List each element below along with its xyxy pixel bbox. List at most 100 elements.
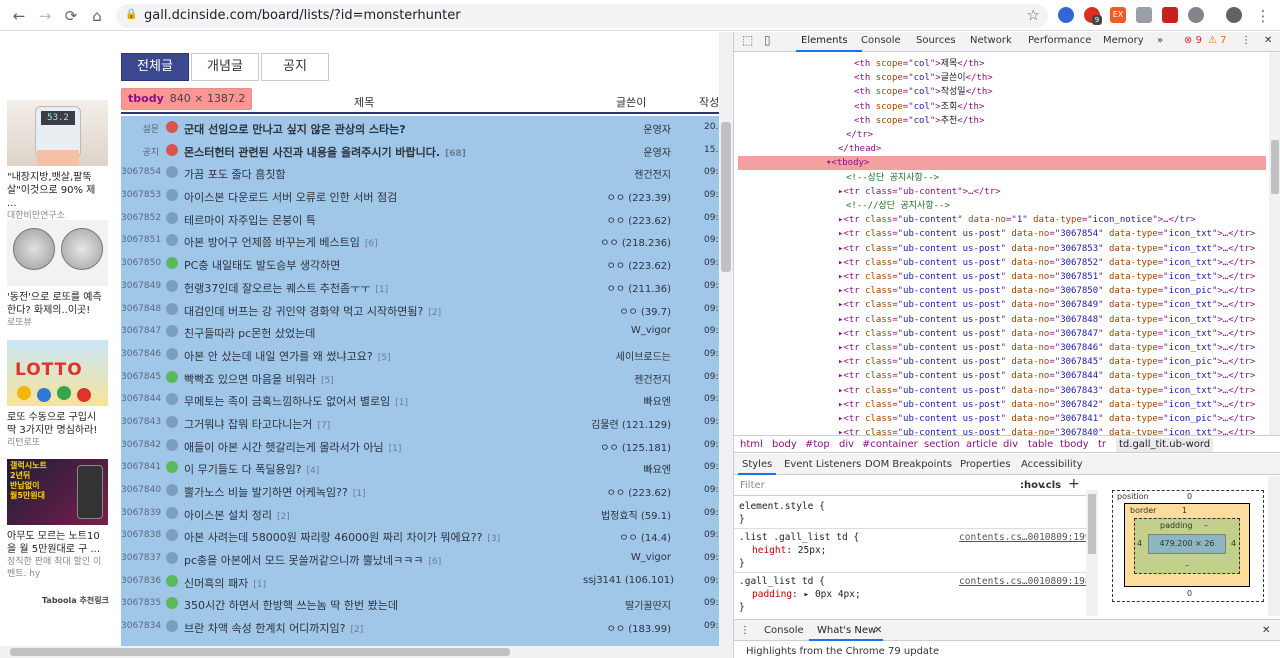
post-title[interactable]: 아이스본 설치 정리 [2] <box>184 507 290 523</box>
post-title-text[interactable]: 이 무기들도 다 폭딜용임? <box>184 463 302 476</box>
tab-accessibility[interactable]: Accessibility <box>1021 459 1083 470</box>
breadcrumb-item[interactable]: section <box>924 439 960 450</box>
post-writer[interactable]: ㅇㅇ (183.99) <box>583 620 671 635</box>
back-icon[interactable]: ← <box>8 5 30 27</box>
post-writer[interactable]: 운영자 <box>583 144 671 159</box>
dom-node-tr[interactable]: ▸<tr class="ub-content us-post" data-no=… <box>838 284 1255 298</box>
breadcrumb-item[interactable]: body <box>772 439 797 450</box>
table-row[interactable]: 3067842 애들이 아본 시간 헷갈리는게 몰라서가 아님 [1] ㅇㅇ (125… <box>121 434 733 457</box>
post-title-text[interactable]: 아본 방어구 언제쯤 바꾸는게 베스트임 <box>184 236 360 249</box>
more-tabs-icon[interactable]: » <box>1157 35 1163 46</box>
post-title[interactable]: 헌랭37인데 잘오르는 퀘스트 추천좀ㅜㅜ [1] <box>184 280 388 296</box>
post-writer[interactable]: 법정효직 (59.1) <box>583 507 671 522</box>
post-title[interactable]: 뿔가노스 비늘 발기하면 어케녹임?? [1] <box>184 484 366 500</box>
comment-count[interactable]: [6] <box>429 557 442 567</box>
post-title-text[interactable]: 그거뭐냐 잡뭐 타고다니는거 <box>184 418 312 431</box>
post-title[interactable]: 아본 안 샀는데 내일 연가를 왜 썼냐고요? [5] <box>184 348 391 364</box>
post-title[interactable]: 그거뭐냐 잡뭐 타고다니는거 [7] <box>184 416 330 432</box>
breadcrumb-item[interactable]: div <box>839 439 854 450</box>
ad-image-coins[interactable] <box>7 220 108 286</box>
class-toggle[interactable]: .cls <box>1042 480 1061 491</box>
post-title[interactable]: 테르마이 자주입는 몬붕이 특 <box>184 212 316 228</box>
devtools-menu-icon[interactable]: ⋮ <box>1241 35 1251 46</box>
post-title-text[interactable]: 아본 사려는데 58000원 짜리랑 46000원 짜리 차이가 뭐에요?? <box>184 531 482 544</box>
tab-notice[interactable]: 공지 <box>261 53 329 81</box>
post-writer[interactable]: 빠요엔 <box>583 393 671 408</box>
post-title-text[interactable]: 테르마이 자주입는 몬붕이 특 <box>184 214 316 227</box>
dom-node-tr[interactable]: ▸<tr class="ub-content" data-no="1" data… <box>838 213 1196 227</box>
elements-tree[interactable]: <th scope="col">제목</th> <th scope="col">글… <box>734 52 1269 435</box>
post-writer[interactable]: ㅇㅇ (223.62) <box>583 212 671 227</box>
comment-count[interactable]: [2] <box>351 625 364 635</box>
post-title[interactable]: 브란 차액 속성 한계치 어디까지임? [2] <box>184 620 363 636</box>
table-row[interactable]: 3067844 무메토는 족이 금혹느낌하나도 없어서 별로임 [1] 빠요엔 09: <box>121 388 733 411</box>
tab-event-listeners[interactable]: Event Listeners <box>784 459 861 470</box>
post-title-text[interactable]: 몬스터헌터 관련된 사진과 내용을 올려주시기 바랍니다. <box>184 146 440 159</box>
breadcrumb-item[interactable]: #top <box>805 439 830 450</box>
breadcrumb-item[interactable]: article <box>966 439 997 450</box>
post-writer[interactable]: 딸기꿀딴지 <box>583 597 671 612</box>
cloud-icon[interactable] <box>1188 7 1204 23</box>
post-title-text[interactable]: 뿔가노스 비늘 발기하면 어케녹임?? <box>184 486 348 499</box>
dom-node-tr[interactable]: ▸<tr class="ub-content us-post" data-no=… <box>838 298 1255 312</box>
breadcrumb-item[interactable]: table <box>1028 439 1053 450</box>
bookmark-star-icon[interactable]: ☆ <box>1027 6 1040 24</box>
comment-count[interactable]: [7] <box>317 421 330 431</box>
dom-node-th[interactable]: <th scope="col">글쓴이</th> <box>854 71 993 85</box>
post-title[interactable]: pc충을 아본에서 모드 못쓸꺼같으니까 뿔났네ㅋㅋㅋ [6] <box>184 552 441 568</box>
rule-declaration[interactable]: padding: ▸ 0px 4px; <box>752 589 861 600</box>
tab-performance[interactable]: Performance <box>1028 35 1091 46</box>
post-title[interactable]: 아이스본 다운로드 서버 오류로 인한 서버 점검 <box>184 189 397 205</box>
table-row[interactable]: 3067836 신머흑의 패자 [1] ssj3141 (106.101) 09: <box>121 570 733 593</box>
ad-item[interactable]: 53.2 "내장지방,뱃살,팔뚝살"이것으로 90% 제 ... 대한비만연구소 <box>7 100 108 222</box>
scroll-thumb[interactable] <box>1088 494 1096 554</box>
post-title-text[interactable]: 신머흑의 패자 <box>184 577 248 590</box>
forward-icon[interactable]: → <box>34 5 56 27</box>
post-title[interactable]: 아본 방어구 언제쯤 바꾸는게 베스트임 [6] <box>184 234 378 250</box>
dom-node-close[interactable]: </tr> <box>846 128 873 142</box>
drawer-menu-icon[interactable]: ⋮ <box>740 625 750 636</box>
post-title[interactable]: 아본 사려는데 58000원 짜리랑 46000원 짜리 차이가 뭐에요?? [3… <box>184 529 500 545</box>
dom-node-close[interactable]: </thead> <box>838 142 881 156</box>
tab-all-posts[interactable]: 전체글 <box>121 53 189 81</box>
post-writer[interactable]: ㅇㅇ (211.36) <box>583 280 671 295</box>
post-title-text[interactable]: 무메토는 족이 금혹느낌하나도 없어서 별로임 <box>184 395 390 408</box>
ad-item[interactable]: 갤럭시노트 2년뒤 반납없이 월5만원대 아무도 모르는 노트10을 월 5만원… <box>7 459 108 580</box>
profile-avatar[interactable] <box>1226 7 1242 23</box>
post-title[interactable]: 군대 선임으로 만나고 싶지 않은 관상의 스타는? <box>184 121 406 137</box>
hover-toggle[interactable]: :hov <box>1020 480 1045 491</box>
post-title-text[interactable]: pc충을 아본에서 모드 못쓸꺼같으니까 뿔났네ㅋㅋㅋ <box>184 554 424 567</box>
dom-comment[interactable]: <!--//상단 공지사항--> <box>846 199 950 213</box>
post-title[interactable]: 신머흑의 패자 [1] <box>184 575 266 591</box>
table-row[interactable]: 3067854 가끔 포도 줄다 흠칫함 젠건전지 09: <box>121 161 733 184</box>
post-title-text[interactable]: 350시간 하면서 한방핵 쓰는놈 딱 한번 봤는데 <box>184 599 398 612</box>
tab-styles[interactable]: Styles <box>742 459 772 470</box>
post-writer[interactable]: ㅇㅇ (223.62) <box>583 257 671 272</box>
post-writer[interactable]: ㅇㅇ (39.7) <box>583 303 671 318</box>
post-title-text[interactable]: 아이스본 다운로드 서버 오류로 인한 서버 점검 <box>184 191 397 204</box>
post-writer[interactable]: ssj3141 (106.101) <box>583 575 674 586</box>
comment-count[interactable]: [6] <box>365 239 378 249</box>
table-row[interactable]: 3067843 그거뭐냐 잡뭐 타고다니는거 [7] 김물련 (121.129) 09: <box>121 411 733 434</box>
page-vertical-scrollbar[interactable] <box>719 32 733 658</box>
ad-item[interactable]: '동전'으로 로또를 예측한다? 화제의..이곳! 로또뷰 <box>7 220 108 329</box>
table-row[interactable]: 3067840 뿔가노스 비늘 발기하면 어케녹임?? [1] ㅇㅇ (223.62)… <box>121 479 733 502</box>
dom-node-tr[interactable]: ▸<tr class="ub-content us-post" data-no=… <box>838 270 1255 284</box>
dom-node-tr[interactable]: ▸<tr class="ub-content us-post" data-no=… <box>838 327 1255 341</box>
dom-comment[interactable]: <!--상단 공지사항--> <box>846 171 939 185</box>
ad-title[interactable]: 로또 수동으로 구입시 딱 3가지만 명심하라! <box>7 411 108 437</box>
reload-icon[interactable]: ⟳ <box>60 5 82 27</box>
cast-icon[interactable] <box>1136 7 1152 23</box>
rule-source-link[interactable]: contents.cs…0010809:199 <box>959 532 1091 543</box>
dom-node-tr[interactable]: ▸<tr class="ub-content us-post" data-no=… <box>838 355 1255 369</box>
post-title-text[interactable]: 대검인데 버프는 강 귀인약 경화약 먹고 시작하면됨? <box>184 305 423 318</box>
tab-elements[interactable]: Elements <box>801 35 848 46</box>
table-row[interactable]: 설문 군대 선임으로 만나고 싶지 않은 관상의 스타는? 운영자 20.0 <box>121 116 733 139</box>
post-writer[interactable]: 김물련 (121.129) <box>583 416 671 431</box>
ad-title[interactable]: 아무도 모르는 노트10을 월 5만원대로 구 ... <box>7 530 108 556</box>
post-title-text[interactable]: 친구들따라 pc몬헌 샀었는데 <box>184 327 315 340</box>
rule-selector[interactable]: .gall_list td { <box>739 576 825 587</box>
tab-concept-posts[interactable]: 개념글 <box>191 53 259 81</box>
post-writer[interactable]: W_vigor <box>583 325 671 336</box>
ad-image-note10[interactable]: 갤럭시노트 2년뒤 반납없이 월5만원대 <box>7 459 108 525</box>
